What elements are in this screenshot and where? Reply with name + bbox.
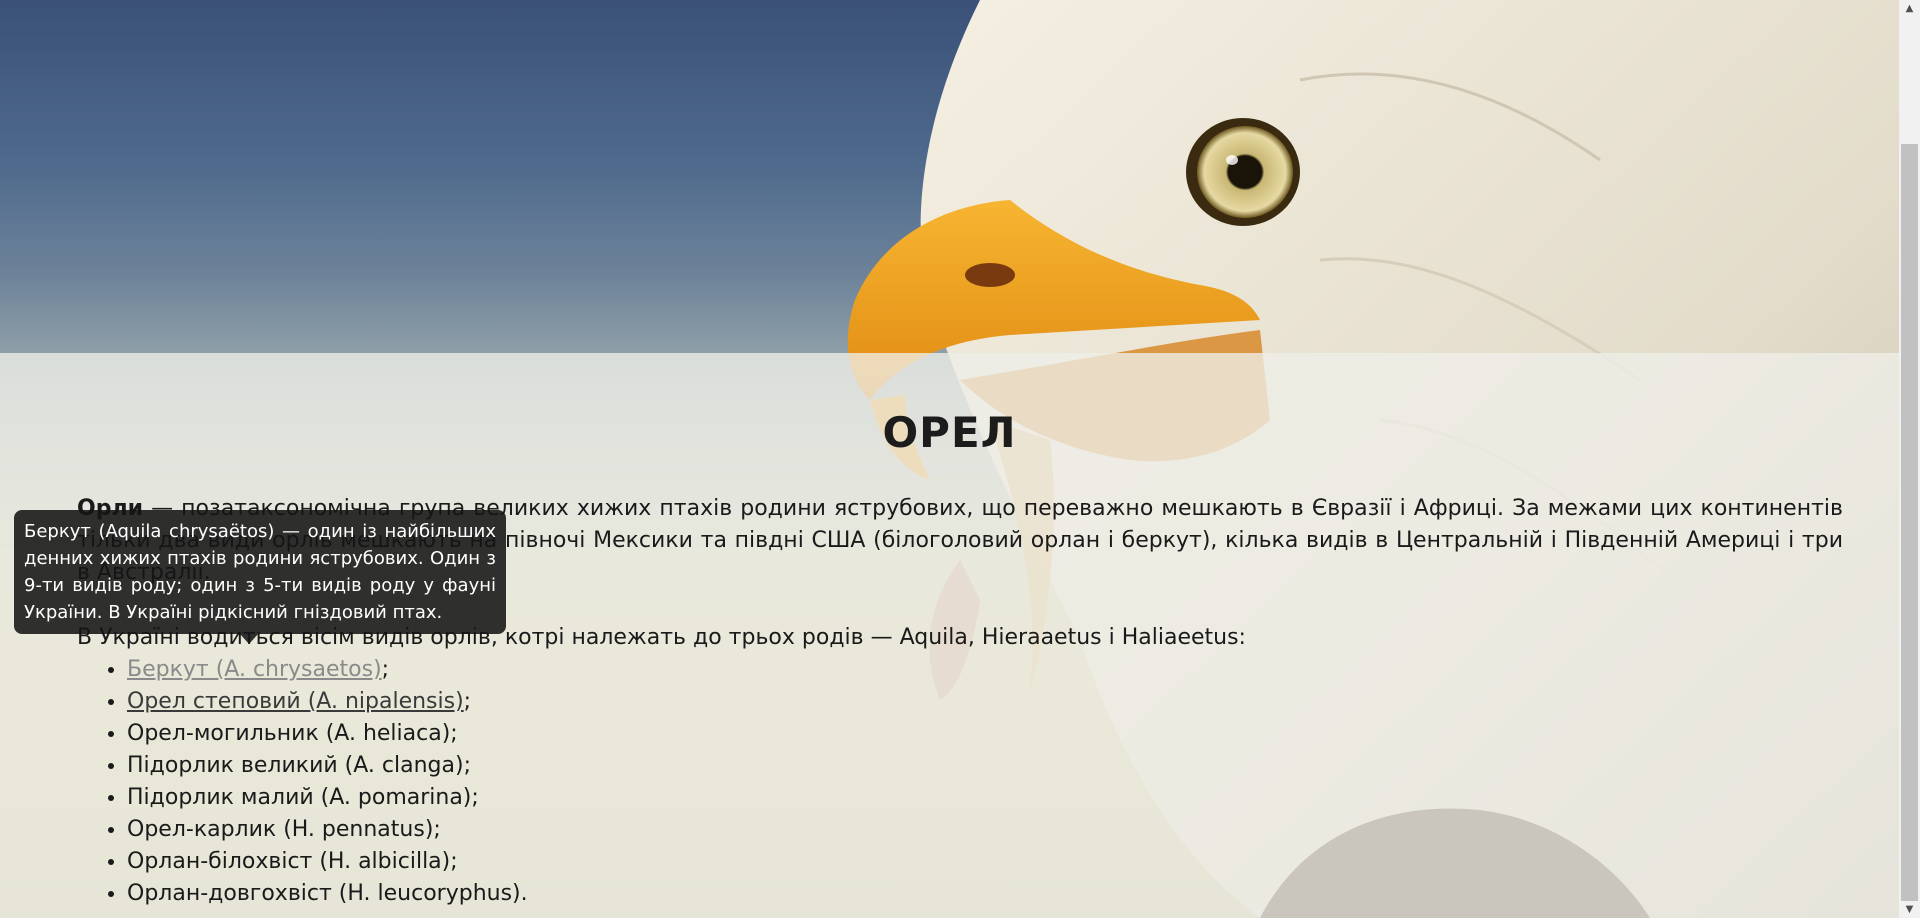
vertical-scrollbar[interactable]: ▲ ▼ xyxy=(1899,0,1920,918)
species-list: Беркут (A. chrysaetos); Орел степовий (A… xyxy=(77,654,528,910)
list-item: Підорлик великий (A. clanga); xyxy=(127,750,528,782)
list-item: Орел-могильник (A. heliaca); xyxy=(127,718,528,750)
triangle-up-icon[interactable]: ▲ xyxy=(1899,0,1920,17)
link-berkut[interactable]: Беркут (A. chrysaetos) xyxy=(127,657,382,682)
list-item: Орлан-довгохвіст (H. leucoryphus). xyxy=(127,878,528,910)
scrollbar-thumb[interactable] xyxy=(1901,144,1918,901)
list-item-suffix: ; xyxy=(381,657,390,682)
list-item-suffix: ; xyxy=(463,689,472,714)
page-title: ОРЕЛ xyxy=(882,408,1017,457)
link-tooltip: Беркут (Aquila chrysaëtos) — один із най… xyxy=(14,510,506,634)
list-item: Орел-карлик (H. pennatus); xyxy=(127,814,528,846)
triangle-down-icon[interactable]: ▼ xyxy=(1899,901,1920,918)
list-item: Орел степовий (A. nipalensis); xyxy=(127,686,528,718)
list-item: Беркут (A. chrysaetos); xyxy=(127,654,528,686)
list-item: Орлан-білохвіст (H. albicilla); xyxy=(127,846,528,878)
tooltip-arrow xyxy=(240,634,258,644)
list-item: Підорлик малий (A. pomarina); xyxy=(127,782,528,814)
link-steppe-eagle[interactable]: Орел степовий (A. nipalensis) xyxy=(127,689,464,714)
